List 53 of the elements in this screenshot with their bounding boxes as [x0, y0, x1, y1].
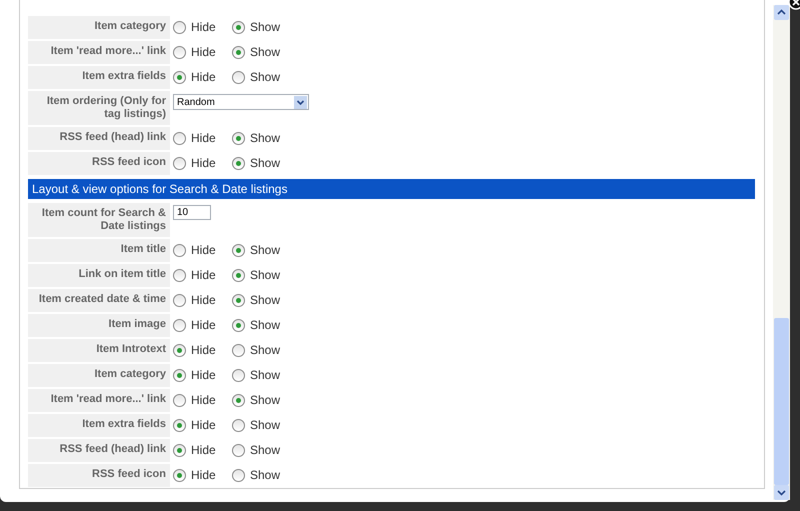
- radio-option[interactable]: Hide: [173, 293, 232, 307]
- radio-option[interactable]: Show: [232, 243, 291, 257]
- field-label: Item ordering (Only for tag listings): [28, 91, 170, 125]
- scroll-down-icon[interactable]: [774, 485, 789, 500]
- field-label: RSS feed (head) link: [28, 439, 170, 462]
- radio-option[interactable]: Hide: [173, 70, 232, 84]
- ordering-dropdown[interactable]: Random: [173, 94, 309, 110]
- radio-option[interactable]: Hide: [173, 443, 232, 457]
- field-label: Item 'read more...' link: [28, 41, 170, 64]
- field-label: Item 'read more...' link: [28, 389, 170, 412]
- radio-option[interactable]: Show: [232, 468, 291, 482]
- field-label: Link on item title: [28, 264, 170, 287]
- field-label: Item created date & time: [28, 289, 170, 312]
- radio-option[interactable]: Hide: [173, 418, 232, 432]
- radio-option[interactable]: Show: [232, 20, 291, 34]
- field-label: Item count for Search & Date listings: [28, 203, 170, 237]
- radio-option[interactable]: Hide: [173, 156, 232, 170]
- radio-option[interactable]: Hide: [173, 45, 232, 59]
- radio-option[interactable]: Show: [232, 268, 291, 282]
- radio-option[interactable]: Hide: [173, 20, 232, 34]
- radio-option[interactable]: Hide: [173, 393, 232, 407]
- radio-option[interactable]: Hide: [173, 131, 232, 145]
- radio-option[interactable]: Show: [232, 293, 291, 307]
- scroll-up-icon[interactable]: [774, 5, 789, 20]
- radio-option[interactable]: Show: [232, 45, 291, 59]
- radio-option[interactable]: Show: [232, 131, 291, 145]
- radio-option[interactable]: Show: [232, 418, 291, 432]
- radio-option[interactable]: Show: [232, 343, 291, 357]
- field-label: Item category: [28, 16, 170, 39]
- field-label: Item category: [28, 364, 170, 387]
- radio-option[interactable]: Hide: [173, 318, 232, 332]
- radio-option[interactable]: Show: [232, 393, 291, 407]
- field-label: Item title: [28, 239, 170, 262]
- radio-option[interactable]: Show: [232, 443, 291, 457]
- field-label: Item extra fields: [28, 66, 170, 89]
- scroll-thumb[interactable]: [774, 318, 789, 485]
- radio-option[interactable]: Hide: [173, 468, 232, 482]
- field-label: RSS feed icon: [28, 464, 170, 487]
- radio-option[interactable]: Hide: [173, 343, 232, 357]
- item-count-field[interactable]: 10: [173, 205, 211, 220]
- radio-option[interactable]: Hide: [173, 268, 232, 282]
- radio-option[interactable]: Hide: [173, 368, 232, 382]
- radio-option[interactable]: Show: [232, 318, 291, 332]
- field-label: Item image: [28, 314, 170, 337]
- radio-option[interactable]: Hide: [173, 243, 232, 257]
- radio-option[interactable]: Show: [232, 70, 291, 84]
- field-label: RSS feed (head) link: [28, 127, 170, 150]
- radio-option[interactable]: Show: [232, 368, 291, 382]
- field-label: Item Introtext: [28, 339, 170, 362]
- field-label: RSS feed icon: [28, 152, 170, 175]
- field-label: Item extra fields: [28, 414, 170, 437]
- radio-option[interactable]: Show: [232, 156, 291, 170]
- section-header: Layout & view options for Search & Date listings: [28, 179, 755, 199]
